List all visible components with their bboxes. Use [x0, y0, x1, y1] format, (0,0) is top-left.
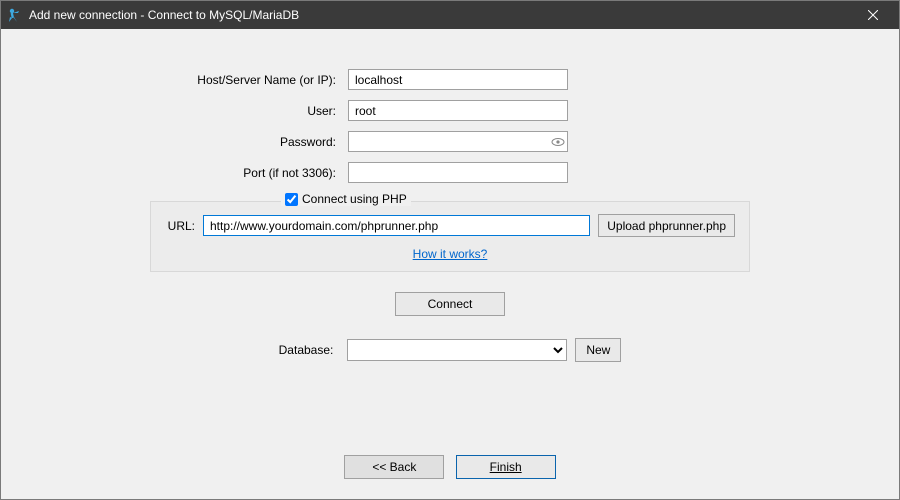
how-it-works-link[interactable]: How it works? — [413, 247, 488, 261]
user-input[interactable] — [348, 100, 568, 121]
port-row: Port (if not 3306): — [130, 162, 770, 183]
connect-php-checkbox[interactable] — [285, 193, 298, 206]
close-icon — [868, 10, 878, 20]
port-label: Port (if not 3306): — [130, 166, 348, 180]
password-row: Password: — [130, 131, 770, 152]
eye-icon — [551, 137, 565, 147]
port-input[interactable] — [348, 162, 568, 183]
host-input[interactable] — [348, 69, 568, 90]
database-select[interactable] — [347, 339, 567, 361]
app-icon — [7, 7, 23, 23]
dialog-window: Add new connection - Connect to MySQL/Ma… — [0, 0, 900, 500]
user-label: User: — [130, 104, 348, 118]
finish-button[interactable]: Finish — [456, 455, 556, 479]
titlebar: Add new connection - Connect to MySQL/Ma… — [1, 1, 899, 29]
url-label: URL: — [165, 219, 195, 233]
close-button[interactable] — [851, 1, 895, 29]
url-row: URL: Upload phprunner.php — [165, 214, 735, 237]
how-it-works-row: How it works? — [165, 247, 735, 261]
reveal-password-button[interactable] — [548, 131, 568, 152]
connect-row: Connect — [1, 292, 899, 316]
dialog-body: Host/Server Name (or IP): User: Password… — [1, 29, 899, 499]
database-label: Database: — [279, 343, 334, 357]
url-input[interactable] — [203, 215, 590, 236]
password-label: Password: — [130, 135, 348, 149]
user-row: User: — [130, 100, 770, 121]
php-legend: Connect using PHP — [281, 192, 411, 206]
connect-button[interactable]: Connect — [395, 292, 505, 316]
host-row: Host/Server Name (or IP): — [130, 69, 770, 90]
connect-php-label: Connect using PHP — [302, 192, 407, 206]
connection-form: Host/Server Name (or IP): User: Password… — [130, 69, 770, 183]
database-row: Database: New — [1, 338, 899, 362]
back-button[interactable]: << Back — [344, 455, 444, 479]
password-input[interactable] — [348, 131, 548, 152]
window-title: Add new connection - Connect to MySQL/Ma… — [29, 8, 299, 22]
php-group: Connect using PHP URL: Upload phprunner.… — [150, 201, 750, 272]
upload-button[interactable]: Upload phprunner.php — [598, 214, 735, 237]
new-database-button[interactable]: New — [575, 338, 621, 362]
host-label: Host/Server Name (or IP): — [130, 73, 348, 87]
footer: << Back Finish — [1, 455, 899, 479]
